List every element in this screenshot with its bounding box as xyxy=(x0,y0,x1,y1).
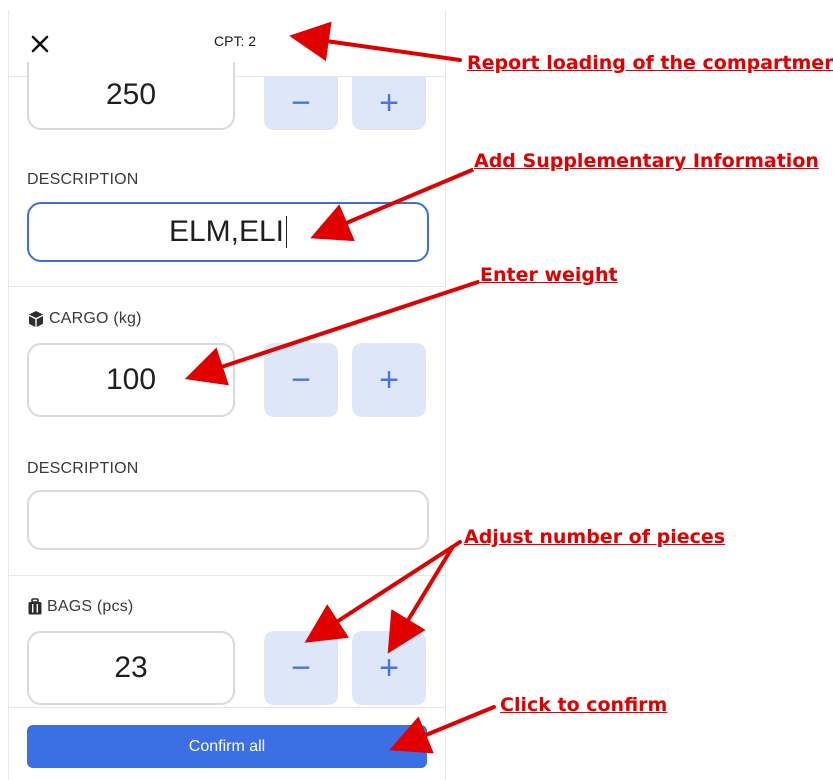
arrow-report xyxy=(289,21,462,62)
callout-weight: Enter weight xyxy=(480,264,618,286)
arrow-confirm xyxy=(389,705,496,754)
arrow-pieces-minus xyxy=(304,540,462,643)
arrow-pieces-plus xyxy=(387,546,454,654)
callout-confirm: Click to confirm xyxy=(500,694,668,716)
callout-report: Report loading of the compartment xyxy=(467,52,833,74)
callout-pieces: Adjust number of pieces xyxy=(464,526,726,548)
annotation-arrows xyxy=(184,21,496,754)
arrow-supplementary xyxy=(310,168,474,242)
callout-supplementary: Add Supplementary Information xyxy=(474,150,819,172)
arrow-weight xyxy=(184,280,480,386)
